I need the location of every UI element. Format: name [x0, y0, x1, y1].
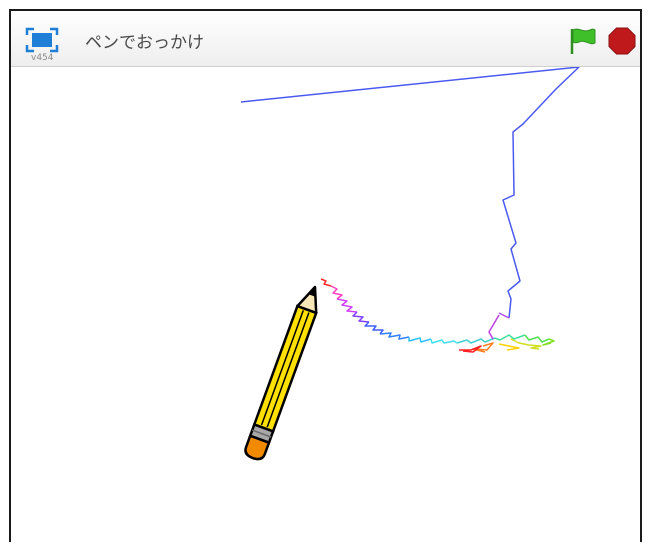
stage[interactable] [11, 67, 640, 544]
green-flag-button[interactable] [568, 27, 598, 55]
fullscreen-button[interactable] [25, 27, 59, 53]
rainbow-trail [320, 278, 555, 353]
fullscreen-icon [25, 27, 59, 53]
player-toolbar: v454 ペンでおっかけ [11, 11, 640, 67]
stage-canvas [240, 67, 580, 462]
player-window: v454 ペンでおっかけ [9, 9, 642, 544]
stop-button[interactable] [608, 27, 636, 55]
stop-sign-icon [608, 27, 636, 55]
pencil-sprite[interactable] [243, 284, 324, 462]
project-title: ペンでおっかけ [85, 33, 204, 53]
version-label: v454 [31, 53, 54, 63]
green-flag-icon [570, 28, 596, 54]
pen-trail [240, 67, 580, 319]
